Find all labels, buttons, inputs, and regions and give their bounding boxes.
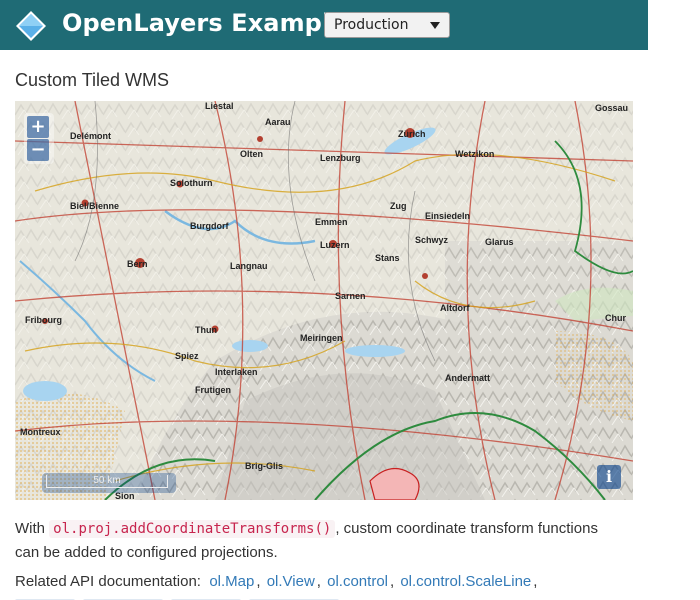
- svg-text:Brig-Glis: Brig-Glis: [245, 461, 283, 471]
- map-tiles: Liestal Zürich Gossau Delémont Solothurn…: [15, 101, 633, 500]
- svg-text:Solothurn: Solothurn: [170, 178, 213, 188]
- api-docs-label: Related API documentation:: [15, 573, 201, 590]
- svg-text:Altdorf: Altdorf: [440, 303, 470, 313]
- svg-text:Spiez: Spiez: [175, 351, 199, 361]
- svg-text:Luzern: Luzern: [320, 240, 350, 250]
- api-link-ol-control-scaleline[interactable]: ol.control.ScaleLine: [400, 573, 531, 590]
- svg-text:Chur: Chur: [605, 313, 626, 323]
- openlayers-logo-icon[interactable]: [14, 9, 48, 43]
- svg-text:Glarus: Glarus: [485, 237, 514, 247]
- zoom-in-button[interactable]: +: [27, 116, 49, 138]
- svg-text:Liestal: Liestal: [205, 101, 234, 111]
- navbar: OpenLayers Examples Production: [0, 0, 648, 50]
- svg-text:Wetzikon: Wetzikon: [455, 149, 494, 159]
- svg-text:Schwyz: Schwyz: [415, 235, 449, 245]
- svg-text:Lenzburg: Lenzburg: [320, 153, 361, 163]
- svg-text:Burgdorf: Burgdorf: [190, 221, 229, 231]
- svg-text:Meiringen: Meiringen: [300, 333, 343, 343]
- brand-title[interactable]: OpenLayers Examples: [62, 9, 361, 37]
- attribution-info-button[interactable]: i: [597, 465, 621, 489]
- example-description: With ol.proj.addCoordinateTransforms(), …: [15, 517, 615, 564]
- svg-text:Biel/Bienne: Biel/Bienne: [70, 201, 119, 211]
- api-link-ol-control[interactable]: ol.control: [327, 573, 388, 590]
- svg-text:Stans: Stans: [375, 253, 400, 263]
- svg-text:Zürich: Zürich: [398, 129, 426, 139]
- page-title: Custom Tiled WMS: [15, 70, 170, 90]
- version-select[interactable]: Production: [324, 12, 450, 38]
- svg-text:Thun: Thun: [195, 325, 217, 335]
- svg-text:Langnau: Langnau: [230, 261, 268, 271]
- scale-line-label: 50 km: [46, 475, 168, 488]
- scale-line: 50 km: [42, 473, 176, 493]
- svg-text:Aarau: Aarau: [265, 117, 291, 127]
- svg-text:Fribourg: Fribourg: [25, 315, 62, 325]
- map-viewport[interactable]: Liestal Zürich Gossau Delémont Solothurn…: [15, 101, 633, 500]
- api-link-ol-map[interactable]: ol.Map: [209, 573, 254, 590]
- code-snippet: ol.proj.addCoordinateTransforms(): [49, 520, 336, 538]
- zoom-out-button[interactable]: −: [27, 139, 49, 161]
- svg-text:Sarnen: Sarnen: [335, 291, 366, 301]
- svg-text:Frutigen: Frutigen: [195, 385, 231, 395]
- svg-text:Zug: Zug: [390, 201, 407, 211]
- related-api-docs: Related API documentation: ol.Map, ol.Vi…: [15, 573, 538, 590]
- svg-text:Delémont: Delémont: [70, 131, 111, 141]
- svg-text:Emmen: Emmen: [315, 217, 348, 227]
- zoom-control: + −: [24, 113, 54, 164]
- svg-text:Bern: Bern: [127, 259, 148, 269]
- version-select-value: Production: [334, 17, 409, 33]
- description-prefix: With: [15, 520, 50, 537]
- svg-text:Andermatt: Andermatt: [445, 373, 490, 383]
- api-link-ol-view[interactable]: ol.View: [267, 573, 315, 590]
- svg-text:Interlaken: Interlaken: [215, 367, 258, 377]
- svg-text:Gossau: Gossau: [595, 103, 628, 113]
- chevron-down-icon: [430, 22, 440, 29]
- svg-text:Einsiedeln: Einsiedeln: [425, 211, 470, 221]
- svg-text:Montreux: Montreux: [20, 427, 61, 437]
- cropped-link-row: [15, 592, 615, 600]
- svg-text:Olten: Olten: [240, 149, 263, 159]
